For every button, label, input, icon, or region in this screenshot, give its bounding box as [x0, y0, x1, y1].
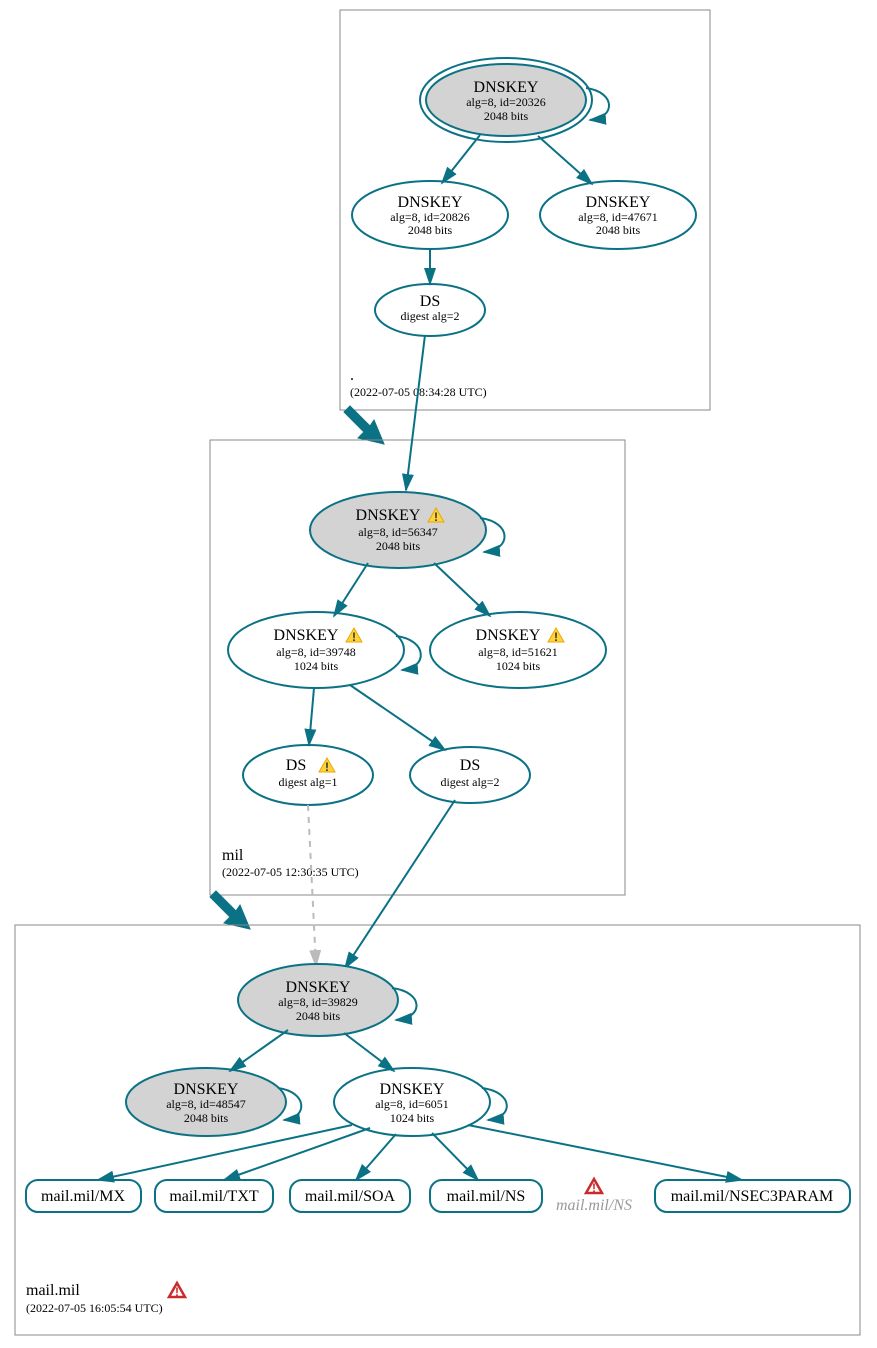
node-mil-zsk2[interactable]: DNSKEY alg=8, id=51621 1024 bits [430, 612, 606, 688]
edge-rootksk-zsk2 [538, 136, 592, 184]
node-root-zsk2[interactable]: DNSKEY alg=8, id=47671 2048 bits [540, 181, 696, 249]
edge-milksk-zsk2 [434, 563, 490, 616]
svg-text:mail.mil/TXT: mail.mil/TXT [169, 1188, 259, 1205]
svg-text:1024 bits: 1024 bits [294, 659, 339, 673]
rr-ns[interactable]: mail.mil/NS [430, 1180, 542, 1212]
node-mil-zsk1[interactable]: DNSKEY alg=8, id=39748 1024 bits [228, 612, 404, 688]
edge-mmksk-k2 [230, 1030, 288, 1071]
svg-text:2048 bits: 2048 bits [184, 1111, 229, 1125]
svg-text:mail.mil/NSEC3PARAM: mail.mil/NSEC3PARAM [671, 1188, 834, 1205]
svg-text:alg=8, id=20326: alg=8, id=20326 [466, 95, 546, 109]
svg-text:DNSKEY: DNSKEY [286, 979, 351, 996]
edge-mmzsk-nsec3 [468, 1125, 742, 1180]
svg-text:digest alg=1: digest alg=1 [278, 775, 337, 789]
svg-text:2048 bits: 2048 bits [296, 1009, 341, 1023]
node-mil-ds1[interactable]: DS digest alg=1 [243, 745, 373, 805]
edge-milds2-mmksk [345, 800, 455, 968]
svg-text:2048 bits: 2048 bits [376, 539, 421, 553]
zone-mil: DNSKEY alg=8, id=56347 2048 bits DNSKEY … [210, 335, 625, 895]
svg-text:alg=8, id=56347: alg=8, id=56347 [358, 525, 438, 539]
svg-text:mail.mil/SOA: mail.mil/SOA [305, 1188, 396, 1205]
svg-text:DS: DS [420, 293, 440, 310]
svg-text:(2022-07-05 12:30:35 UTC): (2022-07-05 12:30:35 UTC) [222, 865, 359, 879]
svg-text:1024 bits: 1024 bits [390, 1111, 435, 1125]
edge-milksk-zsk1 [334, 563, 368, 616]
node-root-ksk[interactable]: DNSKEY alg=8, id=20326 2048 bits [420, 58, 592, 142]
node-mm-k2[interactable]: DNSKEY alg=8, id=48547 2048 bits [126, 1068, 286, 1136]
node-mm-zsk[interactable]: DNSKEY alg=8, id=6051 1024 bits [334, 1068, 490, 1136]
node-mil-ksk[interactable]: DNSKEY alg=8, id=56347 2048 bits [310, 492, 486, 568]
svg-text:DNSKEY: DNSKEY [586, 194, 651, 211]
edge-milds1-mmksk-dashed [308, 805, 316, 966]
svg-text:DS: DS [460, 757, 480, 774]
svg-text:DS: DS [286, 757, 306, 774]
svg-text:DNSKEY: DNSKEY [356, 507, 421, 524]
svg-text:alg=8, id=6051: alg=8, id=6051 [375, 1097, 449, 1111]
rr-soa[interactable]: mail.mil/SOA [290, 1180, 410, 1212]
svg-text:mail.mil/NS: mail.mil/NS [447, 1188, 526, 1205]
node-mil-ds2[interactable]: DS digest alg=2 [410, 747, 530, 803]
edge-milzsk1-ds1 [309, 688, 314, 745]
zone-root: DNSKEY alg=8, id=20326 2048 bits DNSKEY … [340, 10, 710, 410]
edge-mmzsk-soa [356, 1134, 396, 1180]
error-icon [586, 1179, 602, 1195]
svg-text:alg=8, id=51621: alg=8, id=51621 [478, 645, 558, 659]
svg-text:2048 bits: 2048 bits [484, 109, 529, 123]
svg-text:alg=8, id=47671: alg=8, id=47671 [578, 210, 658, 224]
edge-root-ksk-self [586, 88, 609, 120]
svg-text:2048 bits: 2048 bits [596, 223, 641, 237]
svg-text:DNSKEY: DNSKEY [380, 1081, 445, 1098]
dnssec-diagram: ! ! DNSKEY alg=8, id=20326 2048 bits DNS… [0, 0, 877, 1348]
svg-text:mail.mil/NS: mail.mil/NS [556, 1197, 632, 1214]
svg-text:.: . [350, 367, 354, 384]
zone-arrow-mil-mailmil [210, 891, 250, 929]
svg-text:DNSKEY: DNSKEY [474, 79, 539, 96]
edge-mmzsk-txt [224, 1128, 370, 1180]
node-mm-ksk[interactable]: DNSKEY alg=8, id=39829 2048 bits [238, 964, 398, 1036]
rr-nsec3[interactable]: mail.mil/NSEC3PARAM [655, 1180, 850, 1212]
svg-text:2048 bits: 2048 bits [408, 223, 453, 237]
node-root-zsk1[interactable]: DNSKEY alg=8, id=20826 2048 bits [352, 181, 508, 249]
error-icon [169, 1283, 185, 1299]
svg-text:alg=8, id=39829: alg=8, id=39829 [278, 995, 358, 1009]
rr-mx[interactable]: mail.mil/MX [26, 1180, 141, 1212]
svg-text:DNSKEY: DNSKEY [476, 627, 541, 644]
svg-text:alg=8, id=20826: alg=8, id=20826 [390, 210, 470, 224]
edge-rootds-milksk [406, 335, 425, 490]
zone-mailmil: DNSKEY alg=8, id=39829 2048 bits DNSKEY … [15, 800, 860, 1335]
edge-milzsk1-ds2 [350, 685, 445, 750]
svg-text:DNSKEY: DNSKEY [398, 194, 463, 211]
edge-rootksk-zsk1 [442, 135, 480, 183]
svg-text:digest alg=2: digest alg=2 [440, 775, 499, 789]
node-root-ds[interactable]: DS digest alg=2 [375, 284, 485, 336]
svg-text:alg=8, id=48547: alg=8, id=48547 [166, 1097, 246, 1111]
zone-arrow-root-mil [344, 406, 384, 444]
svg-text:1024 bits: 1024 bits [496, 659, 541, 673]
svg-text:DNSKEY: DNSKEY [174, 1081, 239, 1098]
svg-text:mil: mil [222, 847, 244, 864]
edge-mmzsk-ns [432, 1133, 478, 1180]
svg-text:digest alg=2: digest alg=2 [400, 309, 459, 323]
svg-text:mail.mil/MX: mail.mil/MX [41, 1188, 125, 1205]
svg-text:(2022-07-05 16:05:54 UTC): (2022-07-05 16:05:54 UTC) [26, 1301, 163, 1315]
rr-ns-error[interactable]: mail.mil/NS [556, 1179, 632, 1214]
svg-text:DNSKEY: DNSKEY [274, 627, 339, 644]
rr-txt[interactable]: mail.mil/TXT [155, 1180, 273, 1212]
svg-text:alg=8, id=39748: alg=8, id=39748 [276, 645, 356, 659]
svg-text:mail.mil: mail.mil [26, 1282, 80, 1299]
edge-mmksk-zsk [344, 1033, 394, 1071]
